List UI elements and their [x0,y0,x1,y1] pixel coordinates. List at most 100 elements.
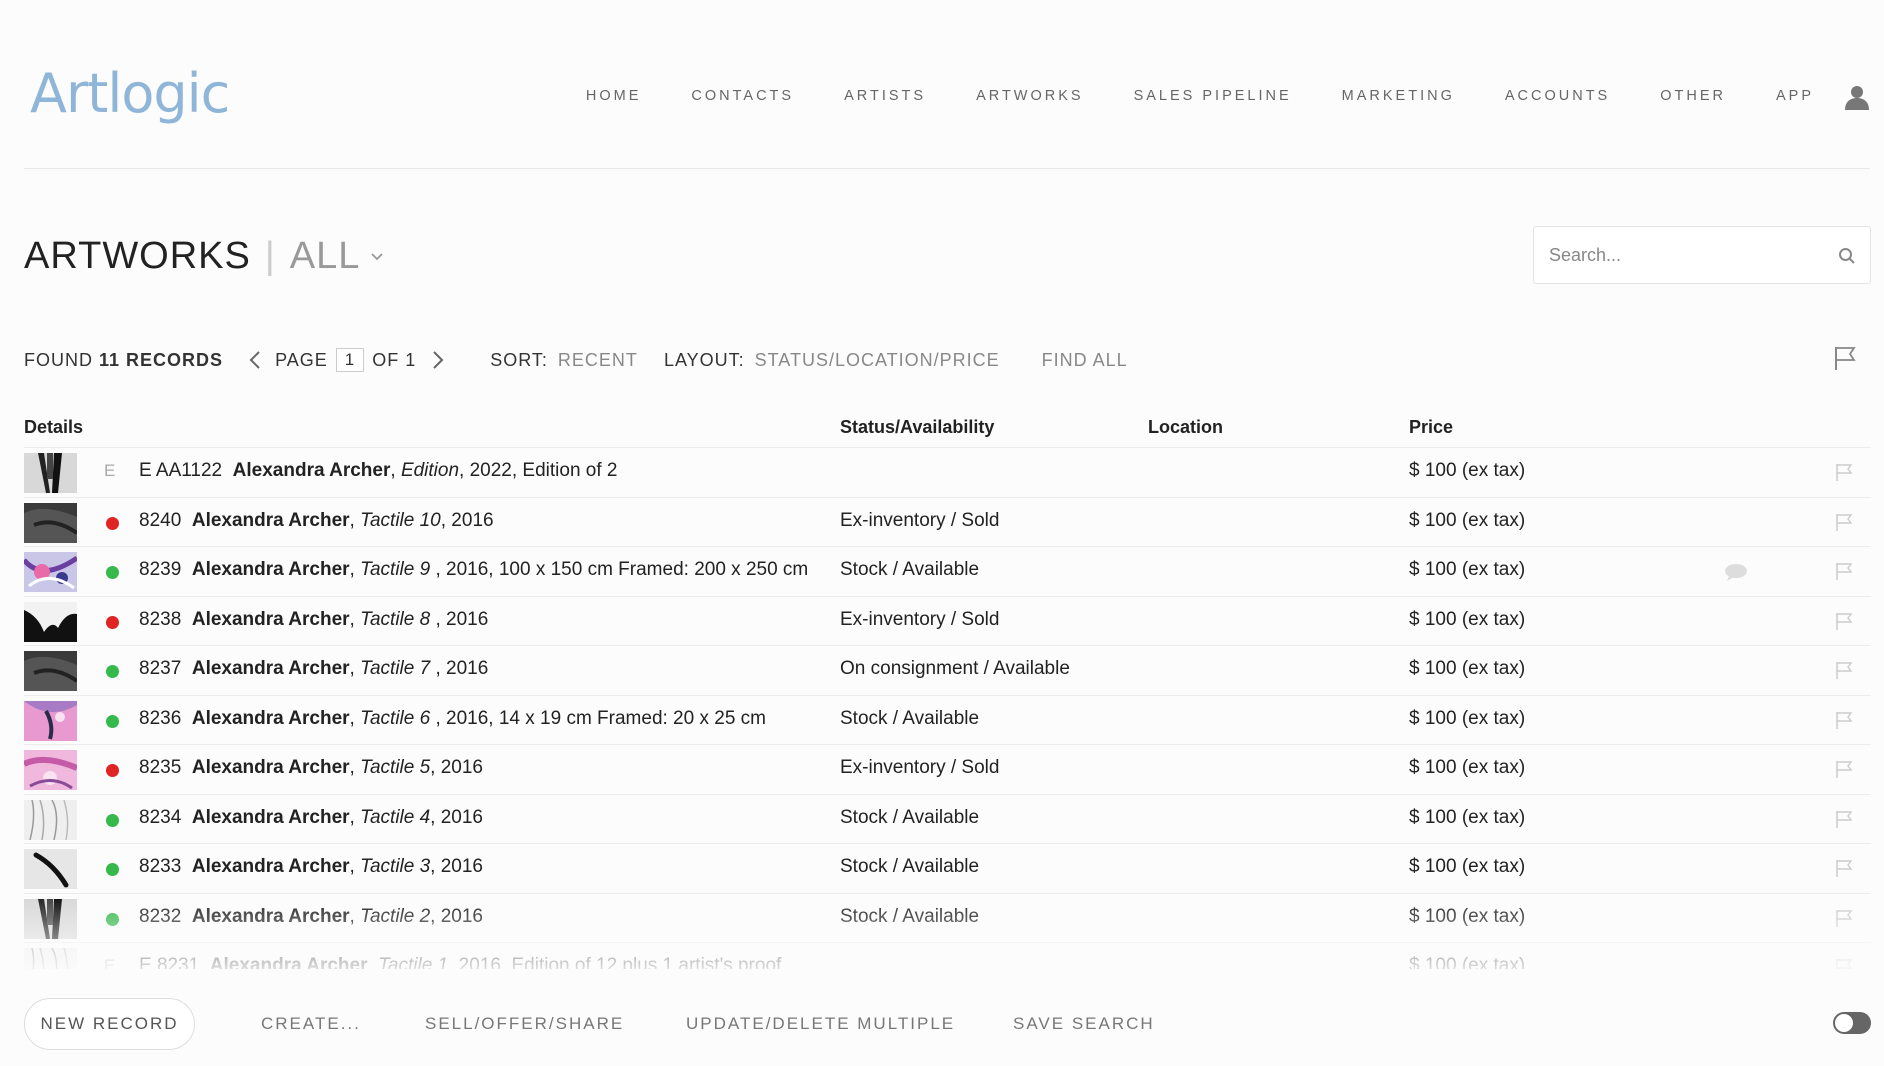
flag-icon[interactable] [1834,908,1854,928]
nav-accounts[interactable]: ACCOUNTS [1505,88,1610,104]
chevron-down-icon[interactable] [370,250,384,264]
artwork-thumbnail[interactable] [24,898,77,939]
artwork-title: Tactile 9 [360,559,431,580]
save-search-button[interactable]: SAVE SEARCH [1013,1014,1155,1034]
flag-icon[interactable] [1834,462,1854,482]
artwork-details[interactable]: 8234 Alexandra Archer, Tactile 4, 2016 [139,807,839,829]
artist-name: Alexandra Archer [191,509,350,531]
artwork-thumbnail[interactable] [24,948,77,969]
page-of: OF 1 [372,349,417,370]
col-header-price[interactable]: Price [1409,417,1453,438]
flag-icon[interactable] [1834,759,1854,779]
table-row[interactable]: 8233 Alexandra Archer, Tactile 3, 2016 St… [24,843,1871,892]
artwork-details[interactable]: 8236 Alexandra Archer, Tactile 6 , 2016,… [139,708,839,730]
search-icon[interactable] [1838,247,1856,265]
found-count: 11 RECORDS [99,349,224,370]
filter-selector[interactable]: ALL [290,235,361,278]
artwork-thumbnail[interactable] [24,750,77,790]
main-nav: HOME CONTACTS ARTISTS ARTWORKS SALES PIP… [536,88,1814,104]
user-icon[interactable] [1844,84,1870,110]
chevron-right-icon[interactable] [430,349,446,371]
artwork-details[interactable]: E AA1122 Alexandra Archer, Edition, 2022… [139,460,839,482]
update-delete-multiple-button[interactable]: UPDATE/DELETE MULTIPLE [686,1014,955,1034]
nav-app[interactable]: APP [1776,88,1814,104]
table-row[interactable]: 8235 Alexandra Archer, Tactile 5, 2016 Ex… [24,744,1871,793]
artwork-thumbnail[interactable] [24,700,77,741]
artwork-thumbnail[interactable] [24,799,77,840]
nav-artworks[interactable]: ARTWORKS [976,88,1084,104]
nav-contacts[interactable]: CONTACTS [691,88,794,104]
table-row[interactable]: 8238 Alexandra Archer, Tactile 8 , 2016 E… [24,595,1871,645]
table-row[interactable]: 8236 Alexandra Archer, Tactile 6 , 2016,… [24,694,1871,744]
artwork-title: Tactile 7 [360,658,431,679]
flag-icon[interactable] [1834,611,1854,631]
create-button[interactable]: CREATE... [261,1014,361,1034]
chevron-left-icon[interactable] [247,349,263,371]
table-row[interactable]: 8232 Alexandra Archer, Tactile 2, 2016 St… [24,892,1871,942]
table-row[interactable]: E E 8231 Alexandra Archer, Tactile 1, 201… [24,942,1871,969]
availability-status: Stock / Available [840,806,980,828]
artwork-title: Tactile 1 [378,955,449,969]
artwork-thumbnail[interactable] [24,453,77,493]
artwork-thumbnail[interactable] [24,502,77,543]
view-toggle[interactable] [1833,1012,1871,1034]
artwork-details[interactable]: E 8231 Alexandra Archer, Tactile 1, 2016… [139,955,839,969]
layout-value[interactable]: STATUS/LOCATION/PRICE [755,350,1000,371]
artwork-title: Edition [400,460,460,481]
table-row[interactable]: 8234 Alexandra Archer, Tactile 4, 2016 St… [24,793,1871,843]
toggle-knob [1835,1014,1853,1032]
col-header-status[interactable]: Status/Availability [840,417,994,438]
col-header-location[interactable]: Location [1148,417,1223,438]
artwork-id: 8234 [139,806,182,828]
availability-status: Stock / Available [840,905,980,927]
availability-status: Stock / Available [840,559,980,580]
artwork-details[interactable]: 8235 Alexandra Archer, Tactile 5, 2016 [139,757,839,779]
artwork-thumbnail[interactable] [24,601,77,642]
sell-offer-share-button[interactable]: SELL/OFFER/SHARE [425,1014,624,1034]
sort-value[interactable]: RECENT [558,350,638,371]
search-input[interactable] [1534,244,1824,266]
find-all-link[interactable]: FIND ALL [1042,350,1128,371]
artwork-details[interactable]: 8239 Alexandra Archer, Tactile 9 , 2016,… [139,559,839,581]
artist-name: Alexandra Archer [191,559,350,580]
status-dot [106,665,119,678]
artwork-thumbnail[interactable] [24,552,77,592]
table-row[interactable]: 8237 Alexandra Archer, Tactile 7 , 2016 O… [24,645,1871,694]
nav-marketing[interactable]: MARKETING [1342,88,1455,104]
artwork-details[interactable]: 8240 Alexandra Archer, Tactile 10, 2016 [139,510,839,532]
col-header-details[interactable]: Details [24,417,83,438]
artwork-info: , 2016 [430,757,483,778]
comment-icon[interactable] [1724,563,1748,581]
artwork-info: , 2016, Edition of 12 plus 1 artist's pr… [448,955,782,969]
artlogic-logo[interactable]: Artlogic [30,62,230,125]
nav-other[interactable]: OTHER [1660,88,1726,104]
artwork-thumbnail[interactable] [24,651,77,691]
page-number-input[interactable]: 1 [335,348,365,372]
flag-icon[interactable] [1834,710,1854,730]
artwork-details[interactable]: 8233 Alexandra Archer, Tactile 3, 2016 [139,856,839,878]
artwork-details[interactable]: 8232 Alexandra Archer, Tactile 2, 2016 [139,906,839,928]
flag-icon[interactable] [1834,512,1854,532]
flag-icon[interactable] [1834,660,1854,680]
flag-icon[interactable] [1834,809,1854,829]
table-row[interactable]: 8239 Alexandra Archer, Tactile 9 , 2016,… [24,546,1871,595]
nav-home[interactable]: HOME [586,88,642,104]
status-dot [106,912,119,926]
artist-name: Alexandra Archer [232,460,391,481]
flag-icon[interactable] [1834,858,1854,878]
new-record-button[interactable]: NEW RECORD [24,998,195,1050]
flag-icon[interactable] [1834,561,1854,581]
artwork-id: 8235 [139,757,182,778]
artwork-details[interactable]: 8238 Alexandra Archer, Tactile 8 , 2016 [139,609,839,631]
nav-artists[interactable]: ARTISTS [844,88,926,104]
artwork-details[interactable]: 8237 Alexandra Archer, Tactile 7 , 2016 [139,658,839,680]
status-dot [106,566,119,579]
flag-icon[interactable] [1832,344,1858,372]
artwork-thumbnail[interactable] [24,849,77,889]
nav-sales-pipeline[interactable]: SALES PIPELINE [1134,88,1292,104]
artwork-id: 8240 [139,509,182,531]
table-row[interactable]: 8240 Alexandra Archer, Tactile 10, 2016 E… [24,496,1871,546]
table-row[interactable]: E E AA1122 Alexandra Archer, Edition, 202… [24,447,1871,496]
flag-icon[interactable] [1834,957,1854,969]
artwork-title: Tactile 8 [360,608,431,630]
